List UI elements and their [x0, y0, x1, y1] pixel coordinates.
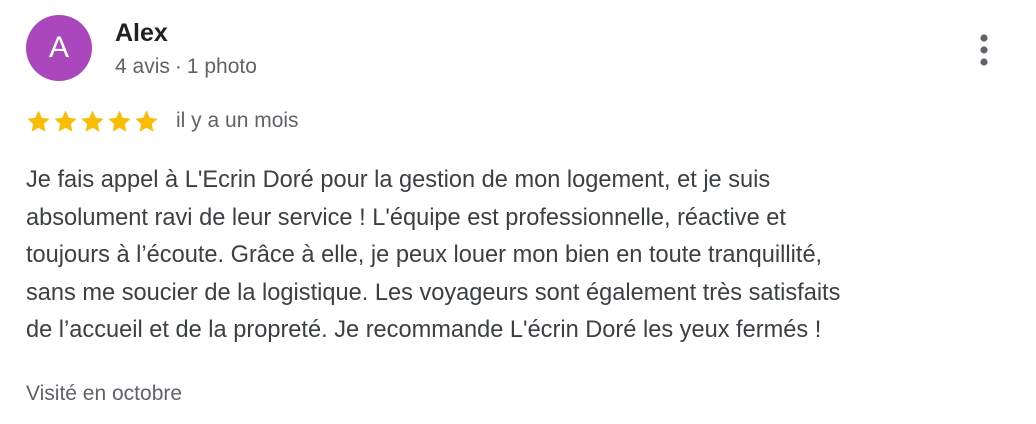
- review-text-line: Je fais appel à L'Ecrin Doré pour la ges…: [26, 167, 771, 193]
- review-count: 4 avis: [115, 55, 170, 78]
- star-icon: [135, 110, 158, 132]
- star-icon: [108, 110, 131, 132]
- star-rating: [26, 109, 161, 134]
- review-card: A Alex 4 avis · 1 photo il y a un mois Je …: [0, 0, 1036, 424]
- photo-count: 1 photo: [186, 55, 257, 78]
- more-vert-icon: [980, 34, 988, 66]
- review-text-line: sans me soucier de la logistique. Les vo…: [26, 279, 841, 306]
- star-icon: [27, 110, 50, 132]
- review-text: Je fais appel à L'Ecrin Doré pour la ges…: [26, 162, 1016, 350]
- rating-row: il y a un mois: [26, 106, 299, 136]
- review-text-line: toujours à l’écoute. Grâce à elle, je pe…: [26, 242, 823, 268]
- review-text-line: absolument ravi de leur service ! L'équi…: [26, 204, 786, 231]
- review-date: il y a un mois: [176, 109, 299, 132]
- more-options-button[interactable]: [966, 28, 1002, 72]
- visited-date: Visité en octobre: [26, 382, 183, 405]
- meta-separator: ·: [174, 55, 182, 78]
- avatar[interactable]: A: [26, 15, 92, 81]
- reviewer-meta: 4 avis · 1 photo: [115, 53, 257, 81]
- star-icon: [81, 110, 104, 132]
- review-text-line: de l’accueil et de la propreté. Je recom…: [26, 317, 822, 343]
- avatar-letter: A: [48, 31, 69, 64]
- reviewer-name[interactable]: Alex: [115, 18, 168, 48]
- star-icon: [54, 110, 77, 132]
